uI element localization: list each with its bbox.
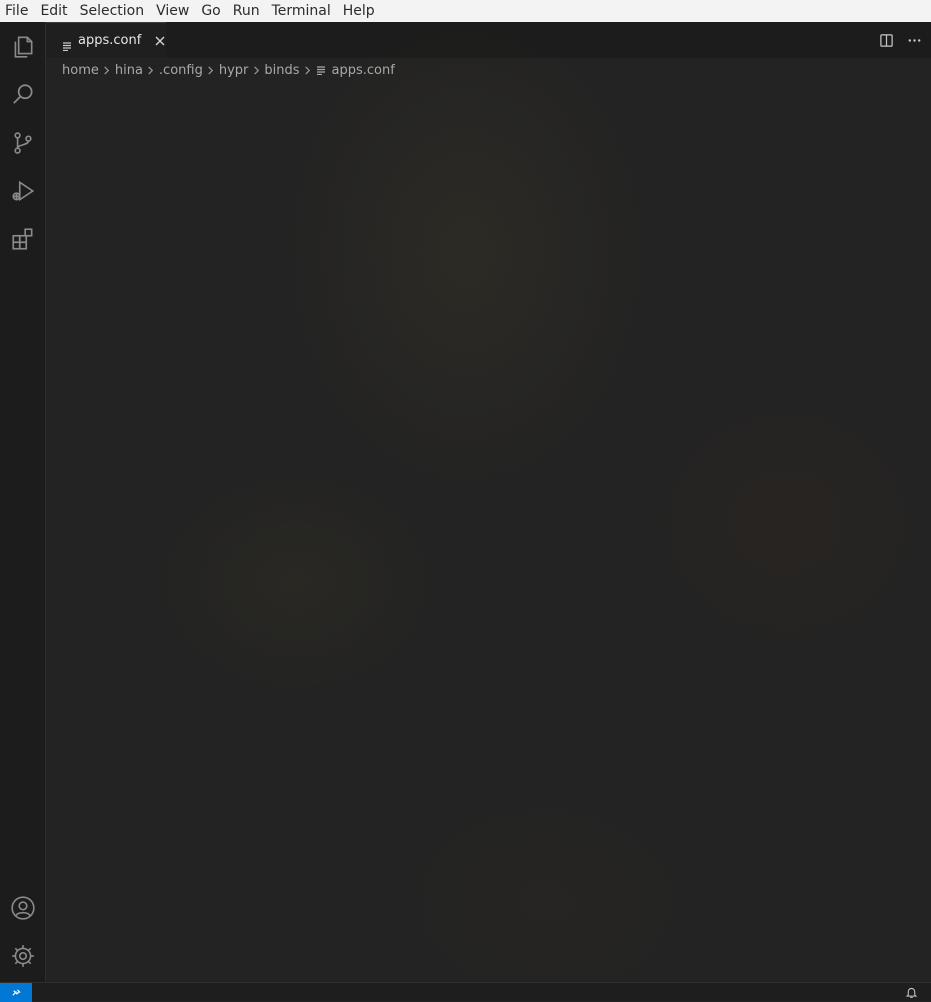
editor-area[interactable]: apps.conf home hina .config hypr binds a… <box>46 22 931 982</box>
tab-bar: apps.conf <box>46 22 931 58</box>
chevron-right-icon <box>144 63 158 77</box>
menu-edit[interactable]: Edit <box>34 0 73 22</box>
source-control-icon[interactable] <box>0 119 45 167</box>
breadcrumb-item[interactable]: hina <box>115 63 143 78</box>
editor-actions <box>877 22 923 58</box>
breadcrumb: home hina .config hypr binds apps.conf <box>62 60 395 80</box>
breadcrumb-item[interactable]: .config <box>159 63 203 78</box>
breadcrumb-item[interactable]: hypr <box>219 63 249 78</box>
menu-bar: File Edit Selection View Go Run Terminal… <box>0 0 931 22</box>
tab-label: apps.conf <box>78 33 142 48</box>
account-icon[interactable] <box>0 884 45 932</box>
more-actions-icon[interactable] <box>905 31 923 49</box>
breadcrumb-item[interactable]: binds <box>264 63 299 78</box>
tab-apps-conf[interactable]: apps.conf <box>46 22 166 58</box>
close-icon[interactable] <box>153 33 166 49</box>
menu-selection[interactable]: Selection <box>74 0 151 22</box>
settings-gear-icon[interactable] <box>0 932 45 980</box>
search-icon[interactable] <box>0 71 45 119</box>
chevron-right-icon <box>301 63 315 77</box>
chevron-right-icon <box>204 63 218 77</box>
chevron-right-icon <box>100 63 114 77</box>
menu-help[interactable]: Help <box>337 0 381 22</box>
status-bar <box>0 982 931 1002</box>
activity-bar <box>0 22 46 982</box>
split-editor-icon[interactable] <box>877 31 895 49</box>
explorer-icon[interactable] <box>0 23 45 71</box>
chevron-right-icon <box>249 63 263 77</box>
run-debug-icon[interactable] <box>0 167 45 215</box>
breadcrumb-item-file[interactable]: apps.conf <box>332 63 395 78</box>
remote-icon[interactable] <box>0 983 32 1002</box>
file-lines-icon <box>62 36 72 51</box>
breadcrumb-item[interactable]: home <box>62 63 99 78</box>
menu-run[interactable]: Run <box>227 0 266 22</box>
menu-view[interactable]: View <box>150 0 195 22</box>
file-lines-icon <box>316 64 328 76</box>
bell-icon[interactable] <box>903 984 919 1000</box>
menu-terminal[interactable]: Terminal <box>266 0 337 22</box>
menu-file[interactable]: File <box>0 0 34 22</box>
extensions-icon[interactable] <box>0 215 45 263</box>
menu-go[interactable]: Go <box>195 0 226 22</box>
